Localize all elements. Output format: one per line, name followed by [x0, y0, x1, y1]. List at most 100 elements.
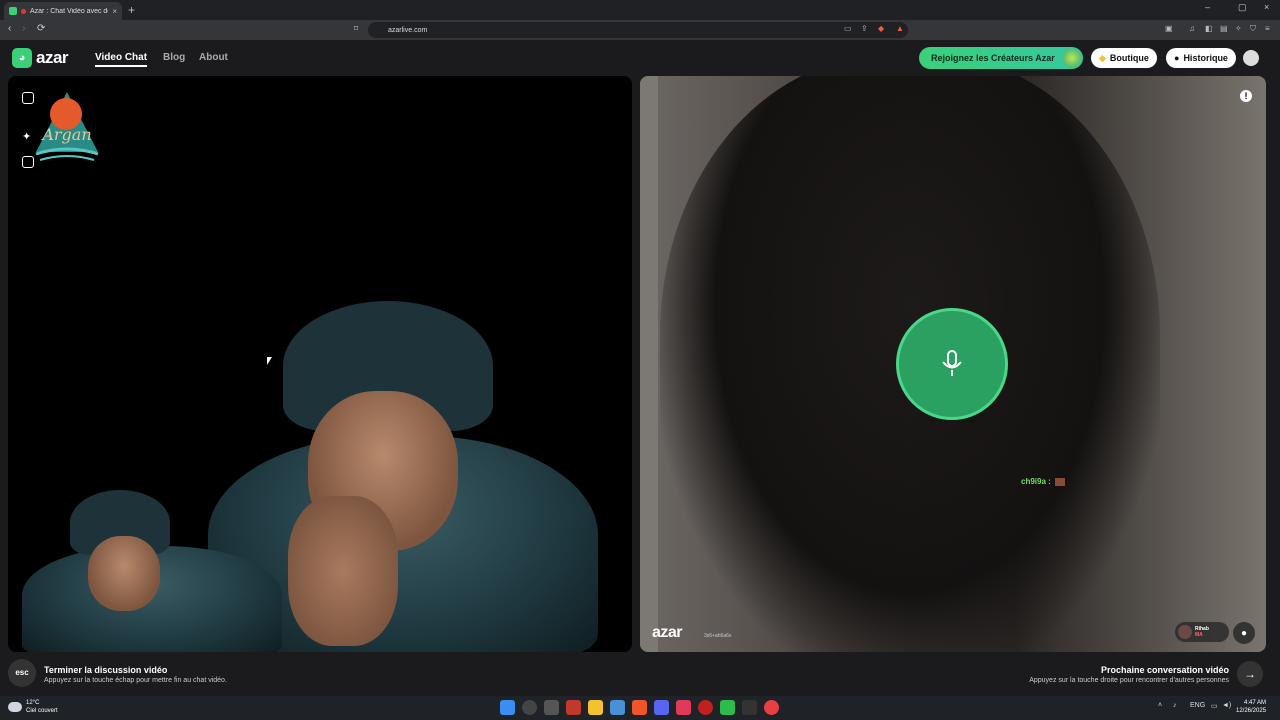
background-door [640, 76, 658, 652]
clock-date: 12/26/2025 [1236, 708, 1267, 714]
network-icon[interactable]: ▭ [1211, 702, 1218, 710]
watermark-id: 3x6+ah6a6x [704, 633, 732, 639]
clock-icon: ● [1174, 53, 1180, 63]
tray-mic-icon[interactable]: ♪ [1173, 702, 1177, 709]
cloud-icon [8, 702, 22, 712]
brave-browser-icon[interactable] [632, 700, 647, 715]
bottom-action-bar: esc Terminer la discussion vidéo Appuyez… [0, 652, 1280, 696]
app-red-icon[interactable] [566, 700, 581, 715]
microphone-icon [942, 350, 962, 376]
address-bar[interactable]: azarlive.com [368, 22, 908, 38]
nav-about[interactable]: About [199, 52, 228, 63]
nav-blog[interactable]: Blog [163, 52, 185, 63]
report-icon[interactable]: ! [1240, 90, 1252, 102]
leo-icon[interactable]: ✧ [1235, 24, 1242, 33]
new-tab-button[interactable]: + [128, 3, 135, 17]
azar-logo-icon: ◕ [12, 48, 32, 68]
tray-chevron-icon[interactable]: ˄ [1158, 702, 1162, 709]
app-pink-icon[interactable] [676, 700, 691, 715]
wallet-icon[interactable]: ▤ [1220, 24, 1228, 33]
chat-message: ch9i9a : [1021, 477, 1066, 486]
taskbar-apps [500, 700, 779, 715]
file-explorer-icon[interactable] [588, 700, 603, 715]
minimize-button[interactable]: – [1205, 2, 1210, 12]
browser-tab-bar: Azar : Chat Vidéo avec de no × + – ▢ × [0, 0, 1280, 20]
argan-stream-logo: Argan [35, 92, 99, 161]
weather-widget[interactable]: 12°C Ciel couvert [8, 699, 58, 715]
store-icon[interactable] [610, 700, 625, 715]
url-text: azarlive.com [388, 26, 428, 34]
mouse-cursor [267, 357, 272, 365]
recording-dot-icon [21, 8, 26, 14]
shop-label: Boutique [1109, 53, 1149, 63]
azar-watermark: azar [652, 624, 683, 641]
sparkle-icon[interactable]: ✦ [22, 130, 34, 143]
end-chat-hint: Appuyez sur la touche échap pour mettre … [44, 677, 227, 684]
fullscreen-icon[interactable] [22, 92, 34, 104]
maximize-button[interactable]: ▢ [1238, 2, 1247, 13]
app-capcut-icon[interactable] [742, 700, 757, 715]
local-user-hand [288, 496, 398, 646]
gem-icon: ◆ [1099, 52, 1106, 63]
clock-time: 4:47 AM [1244, 700, 1267, 706]
vpn-icon[interactable]: ⛉ [1250, 24, 1256, 34]
volume-icon[interactable]: ◄) [1222, 702, 1231, 709]
tab-close-icon[interactable]: × [112, 7, 117, 16]
app-chrome-icon[interactable] [764, 700, 779, 715]
bookmark-icon[interactable]: ⌑ [354, 24, 358, 33]
creator-badge-icon [1063, 49, 1081, 67]
menu-icon[interactable]: ≡ [1265, 24, 1270, 33]
share-icon[interactable]: ⇪ [861, 24, 868, 33]
back-icon[interactable]: ‹ [8, 23, 11, 34]
azar-logo[interactable]: ◕ azar [12, 48, 69, 68]
remote-user-country: MA [1195, 632, 1203, 638]
chat-emoji-icon [1055, 477, 1066, 486]
system-clock[interactable]: 4:47 AM 12/26/2025 [1236, 699, 1266, 715]
forward-icon[interactable]: › [22, 23, 25, 34]
join-creators-label: Rejoignez les Créateurs Azar [931, 53, 1055, 63]
browser-tab[interactable]: Azar : Chat Vidéo avec de no × [4, 2, 122, 20]
discord-icon[interactable] [654, 700, 669, 715]
join-creators-button[interactable]: Rejoignez les Créateurs Azar [919, 47, 1083, 69]
profile-avatar[interactable] [1243, 50, 1259, 66]
reload-icon[interactable]: ⟳ [37, 23, 45, 34]
nav-video-chat[interactable]: Video Chat [95, 52, 148, 67]
emoji-icon[interactable] [22, 156, 34, 168]
app-record-icon[interactable] [698, 700, 713, 715]
extension-icon[interactable]: ▣ [1165, 24, 1173, 33]
task-view-icon[interactable] [544, 700, 559, 715]
windows-taskbar: 12°C Ciel couvert ˄ ♪ ENG ▭ ◄) 4:47 AM 1… [0, 696, 1280, 720]
esc-button[interactable]: esc [8, 659, 36, 687]
sidebar-icon[interactable]: ◧ [1205, 24, 1213, 33]
weather-desc: Ciel couvert [26, 708, 58, 714]
app-play-icon[interactable] [720, 700, 735, 715]
media-icon[interactable]: ♫ [1189, 24, 1195, 33]
language-indicator[interactable]: ENG [1190, 702, 1205, 709]
remote-user-chip[interactable]: Rihab MA [1175, 622, 1229, 642]
end-chat-title: Terminer la discussion vidéo [44, 665, 168, 675]
site-header: ◕ azar Video Chat Blog About Rejoignez l… [0, 40, 1280, 76]
next-button[interactable]: → [1237, 661, 1263, 687]
webcam-overlay-face [88, 536, 160, 611]
history-button[interactable]: ● Historique [1166, 48, 1236, 68]
mic-button[interactable] [896, 308, 1008, 420]
logo-text: azar [36, 48, 69, 67]
start-icon[interactable] [500, 700, 515, 715]
next-chat-hint: Appuyez sur la touche droite pour rencon… [1029, 677, 1229, 684]
shop-button[interactable]: ◆ Boutique [1091, 48, 1157, 68]
browser-toolbar: ‹ › ⟳ ⌑ azarlive.com ▭ ⇪ ◆ ▲ ▣ ♫ ◧ ▤ ✧ ⛉… [0, 20, 1280, 40]
close-window-button[interactable]: × [1264, 2, 1269, 12]
next-chat-title: Prochaine conversation vidéo [1100, 665, 1229, 675]
chat-bubble-icon: ● [1240, 627, 1248, 639]
azar-favicon-icon [9, 7, 17, 15]
brave-shield-icon[interactable]: ◆ [878, 24, 884, 33]
history-label: Historique [1183, 53, 1228, 63]
cast-icon[interactable]: ▭ [844, 24, 852, 33]
local-video-panel: Argan ✦ [8, 76, 632, 652]
message-button[interactable]: ● [1233, 622, 1255, 644]
search-icon[interactable] [522, 700, 537, 715]
svg-text:Argan: Argan [40, 125, 91, 144]
chat-sender: ch9i9a : [1021, 477, 1051, 486]
brave-rewards-icon[interactable]: ▲ [896, 24, 904, 33]
remote-video-panel: ! ch9i9a : azar 3x6+ah6a6x Rihab MA ● [640, 76, 1266, 652]
